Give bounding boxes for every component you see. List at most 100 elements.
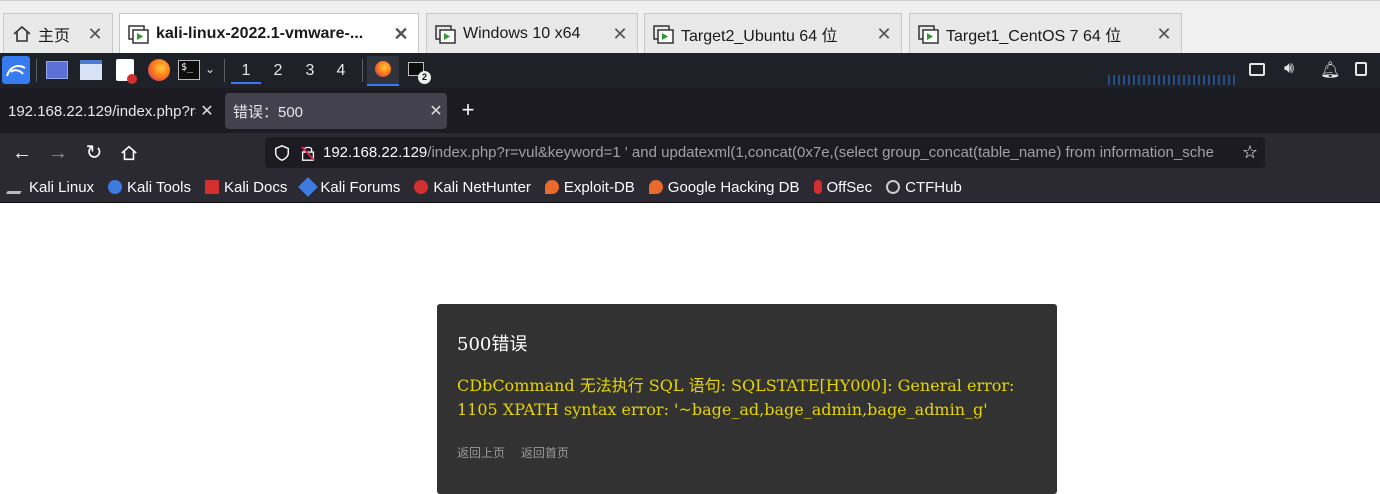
- taskbar-terminal[interactable]: 2: [406, 59, 432, 85]
- firefox-icon: [375, 61, 391, 77]
- ghdb-icon: [648, 180, 663, 194]
- chevron-down-icon[interactable]: ⌄: [205, 62, 215, 76]
- back-button[interactable]: ←: [8, 139, 36, 167]
- browser-tab-bar: 192.168.22.129/index.php?r=v ✕ 错误：500 ✕ …: [0, 88, 1380, 133]
- error-panel: 500错误 CDbCommand 无法执行 SQL 语句: SQLSTATE[H…: [437, 304, 1057, 494]
- browser-tab[interactable]: 192.168.22.129/index.php?r=v ✕: [0, 93, 218, 129]
- close-icon[interactable]: ✕: [84, 24, 106, 45]
- exploit-db-icon: [544, 180, 559, 194]
- firefox-icon[interactable]: [148, 59, 170, 81]
- terminal-icon[interactable]: $_: [178, 60, 200, 80]
- bookmark-ctfhub[interactable]: CTFHub: [886, 179, 962, 196]
- home-link[interactable]: 返回首页: [521, 446, 569, 460]
- bookmark-star-icon[interactable]: ☆: [1235, 142, 1265, 163]
- browser-tab-title: 192.168.22.129/index.php?r=v: [8, 102, 196, 120]
- bookmark-kali-linux[interactable]: Kali Linux: [5, 178, 95, 196]
- workspace-2[interactable]: 2: [263, 57, 293, 84]
- vm-tab-kali[interactable]: kali-linux-2022.1-vmware-... ✕: [119, 13, 419, 54]
- error-title: 500错误: [457, 334, 528, 355]
- vm-icon: [128, 25, 149, 44]
- bookmark-kali-nethunter[interactable]: Kali NetHunter: [414, 179, 531, 196]
- text-editor-icon[interactable]: [116, 59, 137, 84]
- bookmark-kali-docs[interactable]: Kali Docs: [204, 178, 288, 196]
- reload-button[interactable]: ↻: [80, 139, 108, 167]
- workspace-4[interactable]: 4: [326, 57, 356, 84]
- kali-menu-icon[interactable]: [2, 56, 30, 84]
- vm-tab-label: Target2_Ubuntu 64 位: [681, 28, 838, 45]
- bookmark-google-hacking-db[interactable]: Google Hacking DB: [648, 178, 800, 196]
- files-icon[interactable]: [80, 60, 102, 80]
- panel-separator: [362, 59, 363, 82]
- bookmark-exploit-db[interactable]: Exploit-DB: [544, 178, 635, 196]
- bookmark-kali-forums[interactable]: Kali Forums: [298, 177, 401, 197]
- browser-tab-active[interactable]: 错误：500 ✕: [225, 93, 447, 129]
- close-icon[interactable]: ✕: [873, 24, 895, 45]
- taskbar-firefox[interactable]: [367, 56, 399, 86]
- url-path: /index.php?r=vul&keyword=1 ' and updatex…: [427, 144, 1214, 161]
- window-count-badge: 2: [418, 71, 431, 84]
- vm-tab-label: 主页: [38, 28, 71, 45]
- bookmark-label: Kali Docs: [223, 178, 288, 196]
- display-icon[interactable]: [1249, 63, 1265, 76]
- url-host: 192.168.22.129: [323, 144, 428, 161]
- vm-icon: [435, 25, 456, 44]
- lock-icon[interactable]: [1355, 62, 1367, 76]
- bookmark-label: OffSec: [826, 178, 873, 196]
- vm-icon: [653, 25, 674, 44]
- back-link[interactable]: 返回上页: [457, 446, 505, 460]
- error-message: CDbCommand 无法执行 SQL 语句: SQLSTATE[HY000]:…: [457, 376, 1015, 419]
- vm-tab-ubuntu[interactable]: Target2_Ubuntu 64 位 ✕: [644, 13, 902, 54]
- vm-tab-label: Windows 10 x64: [463, 25, 581, 42]
- vm-icon: [918, 25, 939, 44]
- notification-bell-icon[interactable]: 🔔︎: [1320, 60, 1340, 80]
- forward-button[interactable]: →: [44, 139, 72, 167]
- bookmark-label: Kali NetHunter: [433, 178, 531, 196]
- vm-tab-centos[interactable]: Target1_CentOS 7 64 位 ✕: [909, 13, 1182, 54]
- shield-icon[interactable]: [273, 144, 291, 162]
- error-links: 返回上页 返回首页: [457, 444, 1037, 461]
- volume-icon[interactable]: 🔊︎: [1284, 60, 1294, 78]
- desktop-icon[interactable]: [46, 61, 68, 79]
- home-icon: [121, 145, 137, 161]
- navigation-bar: ← → ↻ 192.168.22.129/index.php?r=vul&key…: [0, 133, 1380, 172]
- kali-docs-icon: [204, 180, 219, 194]
- bookmarks-toolbar: Kali Linux Kali Tools Kali Docs Kali For…: [0, 172, 1380, 203]
- browser-tab-title: 错误：500: [233, 103, 304, 121]
- home-button[interactable]: [115, 139, 143, 167]
- new-tab-button[interactable]: +: [457, 97, 479, 123]
- vm-tab-home[interactable]: 主页 ✕: [3, 13, 113, 54]
- bookmark-label: Kali Forums: [320, 178, 401, 196]
- close-icon[interactable]: ✕: [196, 101, 218, 121]
- nethunter-icon: [414, 180, 429, 194]
- vm-tab-windows[interactable]: Windows 10 x64 ✕: [426, 13, 638, 54]
- ctfhub-icon: [886, 180, 901, 194]
- kali-forums-icon: [298, 177, 319, 197]
- offsec-icon: [813, 180, 822, 194]
- bookmark-label: CTFHub: [905, 178, 962, 196]
- vm-tab-label: kali-linux-2022.1-vmware-...: [156, 25, 364, 42]
- bookmark-offsec[interactable]: OffSec: [813, 178, 873, 196]
- kali-dragon-icon: [5, 180, 29, 194]
- bookmark-label: Kali Tools: [127, 178, 191, 196]
- close-icon[interactable]: ✕: [1153, 24, 1175, 45]
- close-icon[interactable]: ✕: [390, 24, 412, 45]
- close-icon[interactable]: ✕: [609, 24, 631, 45]
- vmware-tab-strip: 主页 ✕ kali-linux-2022.1-vmware-... ✕ Wind…: [0, 0, 1380, 54]
- kali-tools-icon: [108, 180, 123, 194]
- workspace-1[interactable]: 1: [231, 57, 261, 84]
- bookmark-label: Kali Linux: [29, 178, 95, 196]
- workspace-3[interactable]: 3: [295, 57, 325, 84]
- kali-panel: $_ ⌄ 1 2 3 4 2 🔊︎ 🔔︎: [0, 53, 1380, 88]
- url-text[interactable]: 192.168.22.129/index.php?r=vul&keyword=1…: [323, 144, 1235, 161]
- insecure-lock-icon[interactable]: [299, 144, 317, 162]
- bookmark-label: Exploit-DB: [563, 178, 635, 196]
- bookmark-label: Google Hacking DB: [667, 178, 800, 196]
- home-icon: [13, 25, 31, 42]
- panel-separator: [224, 59, 225, 82]
- cpu-graph: [1108, 75, 1236, 85]
- url-bar[interactable]: 192.168.22.129/index.php?r=vul&keyword=1…: [265, 137, 1265, 168]
- bookmark-kali-tools[interactable]: Kali Tools: [108, 179, 191, 196]
- panel-separator: [36, 59, 37, 82]
- vm-tab-label: Target1_CentOS 7 64 位: [946, 28, 1122, 45]
- close-icon[interactable]: ✕: [425, 101, 447, 121]
